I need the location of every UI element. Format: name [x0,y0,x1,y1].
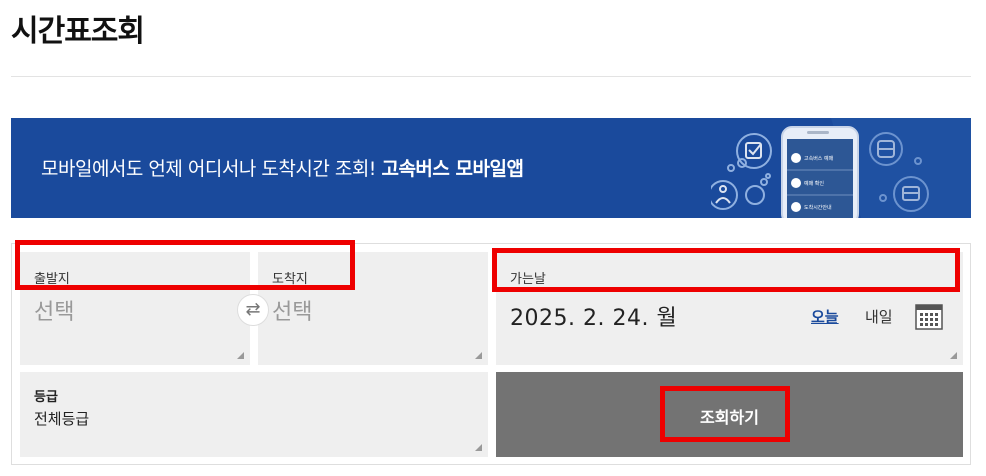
corner-triangle-icon [950,352,957,359]
grade-select[interactable]: 등급 전체등급 [20,372,488,457]
phone-menu-3: 도착시간안내 [804,204,832,211]
departure-date-field[interactable]: 가는날 2025. 2. 24. 월 오늘 내일 [496,252,963,365]
grade-label: 등급 [34,390,58,405]
date-label: 가는날 [510,272,546,287]
mobile-app-illustration: 고속버스 예매 예매 확인 도착시간안내 [711,118,971,218]
departure-value: 선택 [34,300,75,325]
date-value: 2025. 2. 24. 월 [510,306,678,331]
mobile-app-banner[interactable]: 모바일에서도 언제 어디서나 도착시간 조회! 고속버스 모바일앱 고속버스 예… [11,118,971,218]
corner-triangle-icon [237,352,244,359]
phone-menu-1: 고속버스 예매 [804,155,834,162]
timetable-search-form: 출발지 선택 도착지 선택 ⇄ 가는날 2025. 2. 24. 월 오늘 내일… [11,243,971,465]
banner-text-bold: 고속버스 모바일앱 [381,158,524,180]
banner-text-regular: 모바일에서도 언제 어디서나 도착시간 조회! [41,158,376,180]
phone-menu-2: 예매 확인 [804,180,824,187]
search-button[interactable]: 조회하기 [496,372,963,457]
departure-select[interactable]: 출발지 선택 [20,252,250,365]
tomorrow-button[interactable]: 내일 [865,306,893,327]
arrival-select[interactable]: 도착지 선택 [258,252,488,365]
banner-text: 모바일에서도 언제 어디서나 도착시간 조회! 고속버스 모바일앱 [41,154,524,181]
arrival-label: 도착지 [272,272,308,287]
search-button-label: 조회하기 [700,408,759,427]
arrival-value: 선택 [272,300,313,325]
title-divider [11,76,971,77]
today-button[interactable]: 오늘 [811,306,839,327]
calendar-icon[interactable] [915,304,943,330]
corner-triangle-icon [475,444,482,451]
swap-arrows-icon[interactable]: ⇄ [237,294,269,326]
corner-triangle-icon [475,352,482,359]
grade-value: 전체등급 [34,410,90,428]
page-title: 시간표조회 [11,14,145,49]
departure-label: 출발지 [34,272,70,287]
